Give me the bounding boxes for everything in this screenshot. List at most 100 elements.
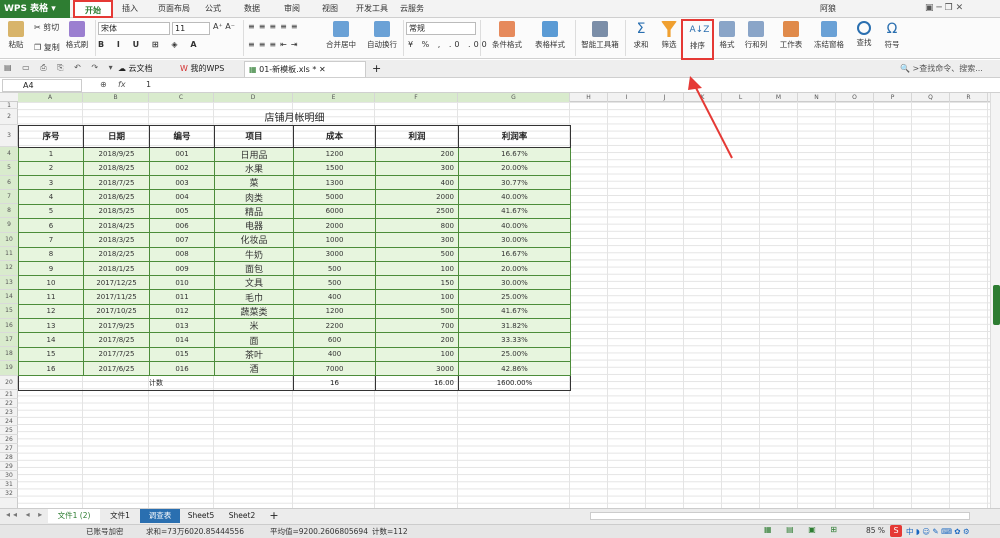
row-header[interactable]: 5 [0,161,18,176]
formula-input[interactable]: 1 [146,80,151,89]
row-col-button[interactable]: 行和列 [740,21,772,50]
format-button[interactable]: 格式 [714,21,740,50]
table-cell[interactable]: 5 [18,203,84,219]
table-cell[interactable]: 31.82% [458,318,571,334]
add-sheet-button[interactable]: + [268,509,280,523]
menu-tab-home[interactable]: 开始 [73,0,113,18]
table-cell[interactable]: 2500 [375,203,459,219]
sort-button[interactable]: A↓Z 排序 [681,19,714,60]
column-header[interactable]: I [608,93,646,102]
table-cell[interactable]: 3000 [375,360,459,377]
table-cell[interactable]: 16 [18,360,84,377]
row-header[interactable]: 18 [0,347,18,362]
table-cell[interactable]: 15 [18,346,84,362]
user-name[interactable]: 阿狼 [820,0,836,18]
row-header[interactable]: 10 [0,232,18,248]
header-cell[interactable]: 序号 [18,124,84,148]
table-cell[interactable]: 2018/9/25 [83,146,150,162]
sum-button[interactable]: Σ 求和 [628,21,654,50]
font-grow-buttons[interactable]: A⁺ A⁻ [213,22,235,31]
table-cell[interactable]: 2018/8/25 [83,160,150,177]
window-controls[interactable]: ▣ ─ ❐ ✕ [925,3,995,15]
table-cell[interactable]: 精品 [214,203,294,219]
table-cell[interactable]: 1200 [293,303,376,320]
number-buttons[interactable]: ¥ % , .0 .00 [408,40,490,49]
freeze-panes-button[interactable]: 冻结窗格 [808,21,850,50]
table-cell[interactable]: 肉类 [214,189,294,205]
font-size-select[interactable]: 11 [172,22,210,35]
column-header[interactable]: C [149,93,214,102]
row-header[interactable]: 11 [0,247,18,262]
table-cell[interactable]: 500 [375,303,459,320]
table-cell[interactable]: 33.33% [458,332,571,348]
table-cell[interactable]: 2017/11/25 [83,289,150,305]
row-header[interactable]: 8 [0,204,18,219]
column-header[interactable]: F [375,93,458,102]
row-header[interactable]: 16 [0,318,18,333]
column-header[interactable]: M [760,93,798,102]
table-cell[interactable]: 3 [18,175,84,191]
table-cell[interactable]: 面包 [214,260,294,277]
table-cell[interactable]: 006 [149,217,215,234]
table-cell[interactable]: 009 [149,260,215,277]
wps-logo-button[interactable]: WPS 表格 ▾ [0,0,70,18]
table-cell[interactable]: 400 [293,346,376,362]
table-cell[interactable]: 42.86% [458,360,571,377]
table-cell[interactable]: 015 [149,346,215,362]
column-header[interactable]: G [458,93,570,102]
row-header[interactable]: 2 [0,109,18,125]
row-header[interactable]: 23 [0,408,18,418]
table-cell[interactable]: 6000 [293,203,376,219]
table-cell[interactable]: 10 [18,275,84,291]
table-cell[interactable]: 2017/12/25 [83,275,150,291]
table-cell[interactable]: 5000 [293,189,376,205]
row-header[interactable]: 6 [0,175,18,190]
column-header[interactable]: J [646,93,684,102]
table-cell[interactable]: 600 [293,332,376,348]
table-cell[interactable]: 100 [375,346,459,362]
column-header[interactable]: Q [912,93,950,102]
table-cell[interactable]: 11 [18,289,84,305]
table-cell[interactable]: 酒 [214,360,294,377]
count-rate[interactable]: 1600.00% [458,375,571,391]
table-cell[interactable]: 1300 [293,175,376,191]
header-cell[interactable]: 利润率 [458,124,571,148]
table-cell[interactable]: 2018/1/25 [83,260,150,277]
table-cell[interactable]: 2000 [293,217,376,234]
table-cell[interactable]: 2018/5/25 [83,203,150,219]
tab-active-file[interactable]: ▦ 01-新模板.xls * ✕ [244,61,366,77]
name-box[interactable]: A4 [2,79,82,92]
table-cell[interactable]: 14 [18,332,84,348]
table-cell[interactable]: 30.77% [458,175,571,191]
command-search[interactable]: 🔍 >查找命令、搜索... [900,61,983,77]
table-cell[interactable]: 150 [375,275,459,291]
column-header[interactable]: O [836,93,874,102]
table-cell[interactable]: 013 [149,318,215,334]
table-cell[interactable]: 40.00% [458,189,571,205]
horizontal-scrollbar[interactable] [590,512,970,520]
table-cell[interactable]: 1200 [293,146,376,162]
filter-button[interactable]: 筛选 [656,21,682,50]
row-header[interactable]: 14 [0,289,18,305]
sheet-tab[interactable]: 文件1 (2) [48,509,100,523]
table-cell[interactable]: 3000 [293,246,376,262]
row-header[interactable]: 20 [0,376,18,391]
row-header[interactable]: 31 [0,480,18,490]
smart-tools-button[interactable]: 智能工具箱 [578,21,622,50]
header-cell[interactable]: 编号 [149,124,215,148]
row-header[interactable]: 21 [0,390,18,400]
table-cell[interactable]: 2018/3/25 [83,232,150,248]
table-cell[interactable]: 2017/7/25 [83,346,150,362]
column-header[interactable]: N [798,93,836,102]
menu-tab-insert[interactable]: 插入 [122,0,138,18]
table-cell[interactable]: 20.00% [458,260,571,277]
table-cell[interactable]: 100 [375,289,459,305]
table-cell[interactable]: 007 [149,232,215,248]
table-cell[interactable]: 1500 [293,160,376,177]
table-cell[interactable]: 电器 [214,217,294,234]
table-cell[interactable]: 7000 [293,360,376,377]
table-cell[interactable]: 500 [293,260,376,277]
table-cell[interactable]: 菜 [214,175,294,191]
header-cell[interactable]: 项目 [214,124,294,148]
table-cell[interactable]: 1000 [293,232,376,248]
